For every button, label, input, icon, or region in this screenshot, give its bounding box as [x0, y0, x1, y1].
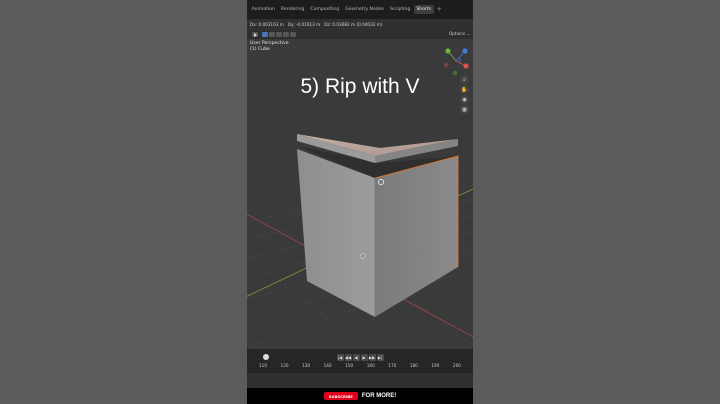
timeline-ruler[interactable]: 110 120 130 140 150 160 170 180 190 200 [247, 363, 473, 371]
play-mode-button[interactable] [252, 32, 258, 37]
next-keyframe-icon[interactable]: ▶▶ [368, 353, 376, 361]
frame-tick: 150 [345, 363, 354, 368]
tutorial-caption: 5) Rip with V [300, 75, 420, 98]
neg-x-gizmo-icon [443, 62, 449, 68]
delta-y-readout: Dy: -0.01613 m [287, 22, 321, 27]
camera-view-icon[interactable]: ◉ [460, 95, 469, 104]
cube-side-face [375, 156, 458, 317]
viewport-header: Options ⌄ [247, 30, 473, 39]
frame-tick: 180 [409, 363, 418, 368]
timeline-editor: |◀ ◀◀ ◀ ▶ ▶▶ ▶| 110 120 130 140 150 160 … [247, 349, 473, 388]
view-info-overlay: User Perspective (1) Cube [250, 41, 289, 53]
play-reverse-icon[interactable]: ◀ [352, 353, 360, 361]
navigation-gizmo[interactable] [441, 46, 471, 76]
playback-controls: |◀ ◀◀ ◀ ▶ ▶▶ ▶| [247, 352, 473, 362]
frame-tick: 160 [366, 363, 375, 368]
subscribe-button[interactable]: SUBSCRIBE [323, 392, 358, 400]
tab-animation[interactable]: Animation [249, 5, 277, 14]
for-more-text: FOR MORE! [361, 393, 397, 399]
tab-compositing[interactable]: Compositing [308, 5, 342, 14]
tab-shorts[interactable]: Shorts [413, 5, 434, 14]
subscribe-banner: SUBSCRIBE FOR MORE! [247, 388, 473, 404]
delta-z-readout: Dz: 0.03682 m (0.04032 m) [324, 22, 383, 27]
delta-x-readout: Dx: 0.003163 m [250, 22, 284, 27]
frame-tick: 120 [280, 363, 289, 368]
neg-y-gizmo-icon [452, 70, 458, 76]
timeline-track[interactable] [247, 373, 473, 388]
play-icon [253, 32, 257, 37]
workspace-tab-bar: Animation Rendering Compositing Geometry… [247, 0, 473, 19]
y-axis-gizmo-icon [445, 48, 451, 54]
jump-end-icon[interactable]: ▶| [376, 353, 384, 361]
x-axis-gizmo-icon [463, 63, 469, 69]
video-frame: Animation Rendering Compositing Geometry… [0, 0, 720, 404]
frame-tick: 190 [431, 363, 440, 368]
tab-geometry-nodes[interactable]: Geometry Nodes [343, 5, 387, 14]
face-select-button[interactable] [276, 32, 282, 37]
frame-tick: 130 [302, 363, 311, 368]
frame-tick: 200 [452, 363, 461, 368]
shading-toggle-button[interactable] [290, 32, 296, 37]
tab-rendering[interactable]: Rendering [278, 5, 306, 14]
overlay-toggle-button[interactable] [283, 32, 289, 37]
frame-tick: 110 [259, 363, 267, 368]
cube-front-face [297, 149, 375, 317]
add-workspace-button[interactable]: + [435, 6, 444, 13]
play-icon[interactable]: ▶ [360, 353, 368, 361]
frame-tick: 140 [323, 363, 332, 368]
tab-scripting[interactable]: Scripting [387, 5, 412, 14]
blender-screenshot: Animation Rendering Compositing Geometry… [247, 0, 473, 404]
vertex-select-button[interactable] [262, 32, 268, 37]
pan-hand-icon[interactable]: ✋ [460, 85, 469, 94]
prev-keyframe-icon[interactable]: ◀◀ [344, 353, 352, 361]
transform-status-bar: Dx: 0.003163 m Dy: -0.01613 m Dz: 0.0368… [247, 19, 473, 30]
zoom-icon[interactable]: ⌕ [460, 75, 469, 84]
3d-viewport[interactable]: User Perspective (1) Cube 5) Rip with V … [247, 39, 473, 349]
frame-tick: 170 [388, 363, 397, 368]
jump-start-icon[interactable]: |◀ [336, 353, 344, 361]
options-dropdown[interactable]: Options ⌄ [449, 31, 470, 36]
grid-view-icon[interactable]: ▦ [460, 105, 469, 114]
edge-select-button[interactable] [269, 32, 275, 37]
active-object-label: (1) Cube [250, 47, 270, 52]
z-axis-gizmo-icon [462, 48, 468, 54]
